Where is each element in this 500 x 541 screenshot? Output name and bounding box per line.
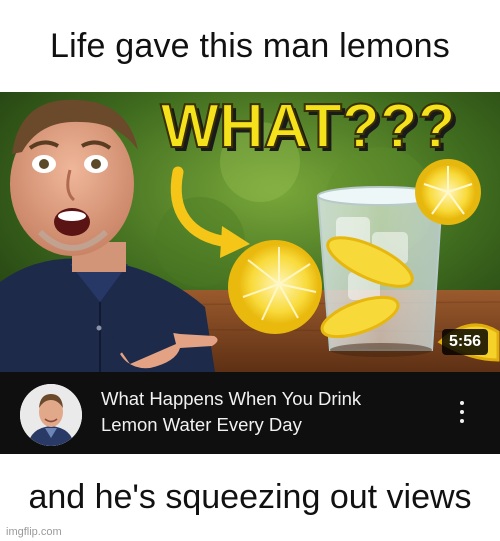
thumbnail-headline: WHAT??? [161, 92, 456, 161]
video-card[interactable]: WHAT??? WHAT??? 5:56 What Happens When Y… [0, 92, 500, 454]
more-vert-icon [460, 419, 464, 423]
video-thumbnail[interactable]: WHAT??? WHAT??? 5:56 [0, 92, 500, 372]
top-caption: Life gave this man lemons [50, 26, 450, 65]
channel-avatar[interactable] [20, 384, 82, 446]
more-options-button[interactable] [450, 394, 474, 430]
more-vert-icon [460, 410, 464, 414]
video-title-line-2: Lemon Water Every Day [101, 414, 302, 435]
watermark: imgflip.com [6, 526, 62, 538]
video-meta-row: What Happens When You Drink Lemon Water … [0, 372, 500, 454]
more-vert-icon [460, 401, 464, 405]
video-title-line-1: What Happens When You Drink [101, 388, 362, 409]
video-title[interactable]: What Happens When You Drink Lemon Water … [101, 386, 421, 438]
duration-badge: 5:56 [441, 329, 488, 355]
bottom-caption: and he's squeezing out views [28, 477, 472, 516]
